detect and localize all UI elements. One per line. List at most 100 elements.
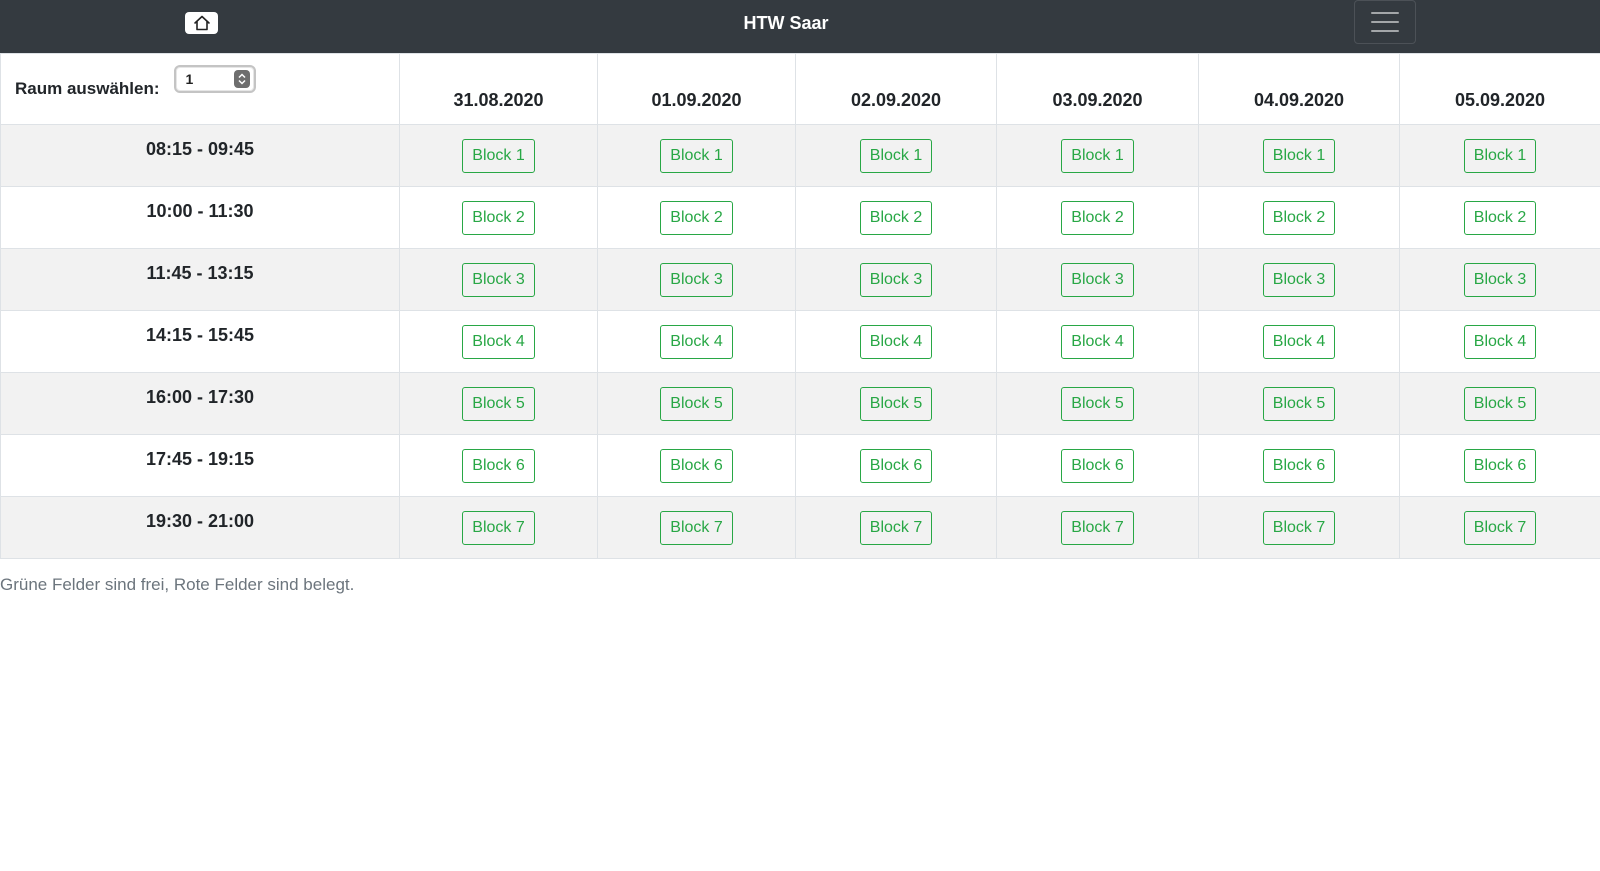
slot-cell: Block 5 <box>399 372 598 435</box>
time-slot-label: 17:45 - 19:15 <box>0 434 400 497</box>
block-button[interactable]: Block 2 <box>1262 200 1336 235</box>
table-row: 19:30 - 21:00 Block 7 Block 7 Block 7 Block … <box>0 496 1600 559</box>
date-header: 01.09.2020 <box>597 53 796 125</box>
block-button[interactable]: Block 7 <box>1061 510 1134 545</box>
block-button[interactable]: Block 1 <box>1463 138 1537 173</box>
block-button[interactable]: Block 7 <box>660 510 733 545</box>
slot-cell: Block 3 <box>399 248 598 311</box>
slot-cell: Block 7 <box>795 496 997 559</box>
block-button[interactable]: Block 5 <box>462 386 535 421</box>
block-button[interactable]: Block 2 <box>462 200 535 235</box>
block-button[interactable]: Block 6 <box>1463 448 1537 483</box>
block-button[interactable]: Block 4 <box>859 324 933 359</box>
slot-cell: Block 6 <box>1198 434 1400 497</box>
block-button[interactable]: Block 6 <box>1262 448 1336 483</box>
table-row: 11:45 - 13:15 Block 3 Block 3 Block 3 Block … <box>0 248 1600 311</box>
room-select-cell: Raum auswählen: 1 <box>0 53 400 125</box>
block-button[interactable]: Block 2 <box>1463 200 1537 235</box>
block-button[interactable]: Block 7 <box>1262 510 1336 545</box>
slot-cell: Block 3 <box>1399 248 1600 311</box>
block-button[interactable]: Block 7 <box>462 510 535 545</box>
block-button[interactable]: Block 7 <box>859 510 933 545</box>
slot-cell: Block 1 <box>399 124 598 187</box>
slot-cell: Block 2 <box>996 186 1199 249</box>
slot-cell: Block 4 <box>597 310 796 373</box>
block-button[interactable]: Block 6 <box>1061 448 1134 483</box>
block-button[interactable]: Block 5 <box>1463 386 1537 421</box>
slot-cell: Block 2 <box>399 186 598 249</box>
slot-cell: Block 4 <box>996 310 1199 373</box>
time-slot-label: 11:45 - 13:15 <box>0 248 400 311</box>
block-button[interactable]: Block 3 <box>1262 262 1336 297</box>
date-header: 04.09.2020 <box>1198 53 1400 125</box>
block-button[interactable]: Block 3 <box>660 262 733 297</box>
time-slot-label: 19:30 - 21:00 <box>0 496 400 559</box>
table-row: 14:15 - 15:45 Block 4 Block 4 Block 4 Block … <box>0 310 1600 373</box>
block-button[interactable]: Block 4 <box>1262 324 1336 359</box>
slot-cell: Block 6 <box>399 434 598 497</box>
room-select-label: Raum auswählen: <box>15 79 160 98</box>
room-select-value: 1 <box>185 71 194 87</box>
block-button[interactable]: Block 6 <box>660 448 733 483</box>
block-button[interactable]: Block 1 <box>660 138 733 173</box>
slot-cell: Block 2 <box>597 186 796 249</box>
slot-cell: Block 4 <box>1399 310 1600 373</box>
block-button[interactable]: Block 2 <box>660 200 733 235</box>
slot-cell: Block 5 <box>996 372 1199 435</box>
block-button[interactable]: Block 6 <box>859 448 933 483</box>
block-button[interactable]: Block 3 <box>859 262 933 297</box>
slot-cell: Block 7 <box>1198 496 1400 559</box>
block-button[interactable]: Block 1 <box>1061 138 1134 173</box>
slot-cell: Block 3 <box>996 248 1199 311</box>
block-button[interactable]: Block 4 <box>1463 324 1537 359</box>
block-button[interactable]: Block 1 <box>462 138 535 173</box>
room-select-input[interactable]: 1 <box>173 65 256 93</box>
time-slot-label: 14:15 - 15:45 <box>0 310 400 373</box>
block-button[interactable]: Block 5 <box>1262 386 1336 421</box>
hamburger-menu-icon <box>1371 12 1399 14</box>
slot-cell: Block 7 <box>597 496 796 559</box>
date-header: 05.09.2020 <box>1399 53 1600 125</box>
block-button[interactable]: Block 4 <box>1061 324 1134 359</box>
slot-cell: Block 1 <box>795 124 997 187</box>
table-row: 08:15 - 09:45 Block 1 Block 1 Block 1 Block … <box>0 124 1600 187</box>
block-button[interactable]: Block 3 <box>1463 262 1537 297</box>
block-button[interactable]: Block 4 <box>660 324 733 359</box>
slot-cell: Block 4 <box>1198 310 1400 373</box>
schedule-table: Raum auswählen: 1 31.08.2020 01.09.2020 … <box>0 53 1600 559</box>
table-row: 10:00 - 11:30 Block 2 Block 2 Block 2 Block … <box>0 186 1600 249</box>
date-header: 02.09.2020 <box>795 53 997 125</box>
slot-cell: Block 2 <box>795 186 997 249</box>
navbar: HTW Saar <box>0 0 1600 53</box>
time-slot-label: 16:00 - 17:30 <box>0 372 400 435</box>
block-button[interactable]: Block 7 <box>1463 510 1537 545</box>
block-button[interactable]: Block 2 <box>859 200 933 235</box>
slot-cell: Block 5 <box>597 372 796 435</box>
brand-title[interactable]: HTW Saar <box>0 0 1572 46</box>
slot-cell: Block 6 <box>996 434 1199 497</box>
block-button[interactable]: Block 5 <box>859 386 933 421</box>
time-slot-label: 10:00 - 11:30 <box>0 186 400 249</box>
slot-cell: Block 7 <box>996 496 1199 559</box>
table-row: 16:00 - 17:30 Block 5 Block 5 Block 5 Block … <box>0 372 1600 435</box>
block-button[interactable]: Block 6 <box>462 448 535 483</box>
slot-cell: Block 7 <box>1399 496 1600 559</box>
slot-cell: Block 3 <box>795 248 997 311</box>
block-button[interactable]: Block 3 <box>462 262 535 297</box>
slot-cell: Block 7 <box>399 496 598 559</box>
block-button[interactable]: Block 5 <box>1061 386 1134 421</box>
block-button[interactable]: Block 4 <box>462 324 535 359</box>
slot-cell: Block 2 <box>1198 186 1400 249</box>
stepper-arrows-icon[interactable] <box>233 70 250 88</box>
slot-cell: Block 5 <box>1399 372 1600 435</box>
block-button[interactable]: Block 5 <box>660 386 733 421</box>
slot-cell: Block 2 <box>1399 186 1600 249</box>
menu-toggle-button[interactable] <box>1354 0 1416 44</box>
table-row: 17:45 - 19:15 Block 6 Block 6 Block 6 Block … <box>0 434 1600 497</box>
block-button[interactable]: Block 1 <box>1262 138 1336 173</box>
block-button[interactable]: Block 3 <box>1061 262 1134 297</box>
slot-cell: Block 6 <box>1399 434 1600 497</box>
block-button[interactable]: Block 2 <box>1061 200 1134 235</box>
slot-cell: Block 6 <box>597 434 796 497</box>
block-button[interactable]: Block 1 <box>859 138 933 173</box>
